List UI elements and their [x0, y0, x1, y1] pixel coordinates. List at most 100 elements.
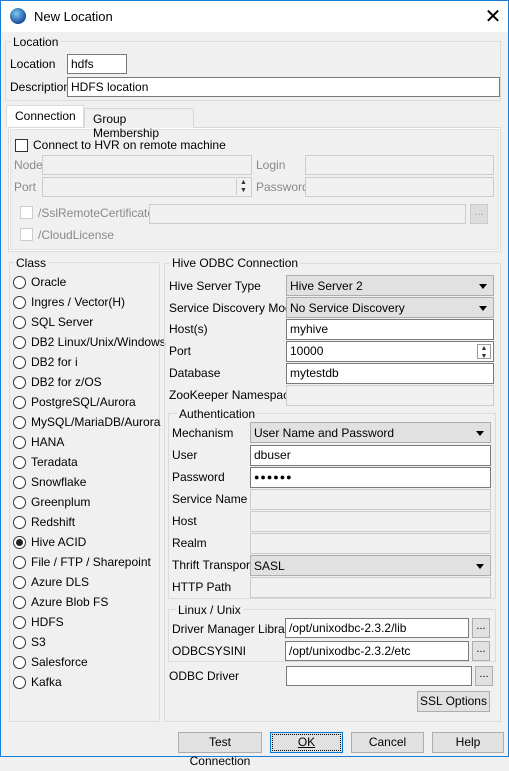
location-legend: Location [11, 35, 61, 49]
class-radio[interactable] [13, 276, 26, 289]
class-radio[interactable] [13, 676, 26, 689]
login-input[interactable] [305, 155, 494, 175]
class-option-label[interactable]: DB2 for i [31, 355, 78, 369]
ssl-certificate-input[interactable] [149, 204, 466, 224]
class-radio[interactable] [13, 396, 26, 409]
class-radio[interactable] [13, 416, 26, 429]
port-spinner[interactable]: ▲ ▼ [236, 179, 250, 195]
linux-unix-legend: Linux / Unix [176, 603, 243, 617]
class-option-label[interactable]: Greenplum [31, 495, 90, 509]
class-option-label[interactable]: Teradata [31, 455, 78, 469]
test-connection-button[interactable]: Test Connection [178, 732, 262, 768]
class-radio[interactable] [13, 336, 26, 349]
realm-input[interactable] [250, 533, 491, 554]
dml-browse-button[interactable]: ... [472, 618, 490, 638]
class-option-label[interactable]: HANA [31, 435, 64, 449]
location-input[interactable]: hdfs [67, 54, 127, 74]
user-input[interactable]: dbuser [250, 445, 491, 466]
class-radio[interactable] [13, 356, 26, 369]
database-label: Database [169, 366, 221, 380]
user-label: User [172, 448, 198, 462]
ok-button[interactable]: OK [270, 732, 343, 753]
class-radio[interactable] [13, 376, 26, 389]
class-option-label[interactable]: HDFS [31, 615, 64, 629]
class-radio[interactable] [13, 556, 26, 569]
port-value: 10000 [290, 344, 324, 358]
class-radio[interactable] [13, 316, 26, 329]
server-type-value: Hive Server 2 [290, 279, 363, 293]
cloud-license-label: /CloudLicense [38, 228, 115, 242]
class-radio[interactable] [13, 536, 26, 549]
class-radio[interactable] [13, 496, 26, 509]
ssl-label: /SslRemoteCertificate [38, 206, 155, 220]
authentication-legend: Authentication [177, 407, 258, 421]
help-button[interactable]: Help [432, 732, 504, 753]
odbc-driver-browse-button[interactable]: ... [475, 666, 493, 686]
class-option-label[interactable]: Snowflake [31, 475, 86, 489]
class-option-label[interactable]: Hive ACID [31, 535, 86, 549]
class-option-label[interactable]: PostgreSQL/Aurora [31, 395, 136, 409]
close-icon[interactable]: ✕ [483, 4, 503, 29]
mechanism-select[interactable]: User Name and Password [250, 422, 491, 443]
class-option-label[interactable]: S3 [31, 635, 46, 649]
class-radio[interactable] [13, 656, 26, 669]
new-location-dialog: New Location ✕ Location Location hdfs De… [0, 0, 509, 768]
class-option-label[interactable]: File / FTP / Sharepoint [31, 555, 151, 569]
ssl-browse-button[interactable]: ... [470, 204, 488, 224]
realm-label: Realm [172, 536, 207, 550]
class-option-label[interactable]: Salesforce [31, 655, 88, 669]
class-option-label[interactable]: Ingres / Vector(H) [31, 295, 125, 309]
remote-checkbox[interactable] [15, 139, 28, 152]
tab-connection[interactable]: Connection [6, 105, 84, 127]
remote-password-input[interactable] [305, 177, 494, 197]
class-option-label[interactable]: Redshift [31, 515, 75, 529]
port-input[interactable]: 10000 ▲ ▼ [286, 341, 494, 362]
description-input[interactable]: HDFS location [67, 77, 500, 97]
class-radio[interactable] [13, 296, 26, 309]
class-radio[interactable] [13, 576, 26, 589]
class-radio[interactable] [13, 636, 26, 649]
dml-input[interactable]: /opt/unixodbc-2.3.2/lib [285, 618, 469, 638]
server-type-select[interactable]: Hive Server 2 [286, 275, 494, 296]
class-radio[interactable] [13, 456, 26, 469]
remote-port-input[interactable]: ▲ ▼ [42, 177, 252, 197]
odbcsysini-label: ODBCSYSINI [172, 644, 247, 658]
host-label: Host [172, 514, 197, 528]
port-spinner[interactable]: ▲ ▼ [477, 344, 491, 360]
odbcsysini-browse-button[interactable]: ... [472, 641, 490, 661]
class-radio[interactable] [13, 436, 26, 449]
class-option-label[interactable]: DB2 for z/OS [31, 375, 102, 389]
database-input[interactable]: mytestdb [286, 363, 494, 384]
cancel-button[interactable]: Cancel [351, 732, 424, 753]
class-option-label[interactable]: Azure DLS [31, 575, 89, 589]
class-option-label[interactable]: MySQL/MariaDB/Aurora [31, 415, 160, 429]
odbc-driver-input[interactable] [286, 666, 472, 686]
class-option-label[interactable]: SQL Server [31, 315, 93, 329]
hive-legend: Hive ODBC Connection [170, 256, 301, 270]
odbcsysini-input[interactable]: /opt/unixodbc-2.3.2/etc [285, 641, 469, 661]
discovery-select[interactable]: No Service Discovery [286, 297, 494, 318]
node-input[interactable] [42, 155, 252, 175]
class-radio[interactable] [13, 516, 26, 529]
tab-group-membership[interactable]: Group Membership [84, 108, 194, 140]
host-input[interactable] [250, 511, 491, 532]
zookeeper-input[interactable] [286, 385, 494, 406]
class-option-label[interactable]: Kafka [31, 675, 62, 689]
port-label: Port [14, 180, 37, 194]
service-name-input[interactable] [250, 489, 491, 510]
class-radio[interactable] [13, 616, 26, 629]
password-input[interactable]: ●●●●●● [250, 467, 491, 488]
class-radio[interactable] [13, 476, 26, 489]
ssl-options-button[interactable]: SSL Options [417, 691, 490, 712]
hosts-input[interactable]: myhive [286, 319, 494, 340]
class-option-label[interactable]: Azure Blob FS [31, 595, 108, 609]
node-label: Node [14, 158, 43, 172]
class-option-label[interactable]: Oracle [31, 275, 66, 289]
cloud-license-checkbox[interactable] [20, 228, 33, 241]
ssl-checkbox[interactable] [20, 206, 33, 219]
thrift-select[interactable]: SASL [250, 555, 491, 576]
class-radio[interactable] [13, 596, 26, 609]
class-option-label[interactable]: DB2 Linux/Unix/Windows [31, 335, 166, 349]
http-path-input[interactable] [250, 577, 491, 598]
mechanism-value: User Name and Password [254, 426, 395, 440]
